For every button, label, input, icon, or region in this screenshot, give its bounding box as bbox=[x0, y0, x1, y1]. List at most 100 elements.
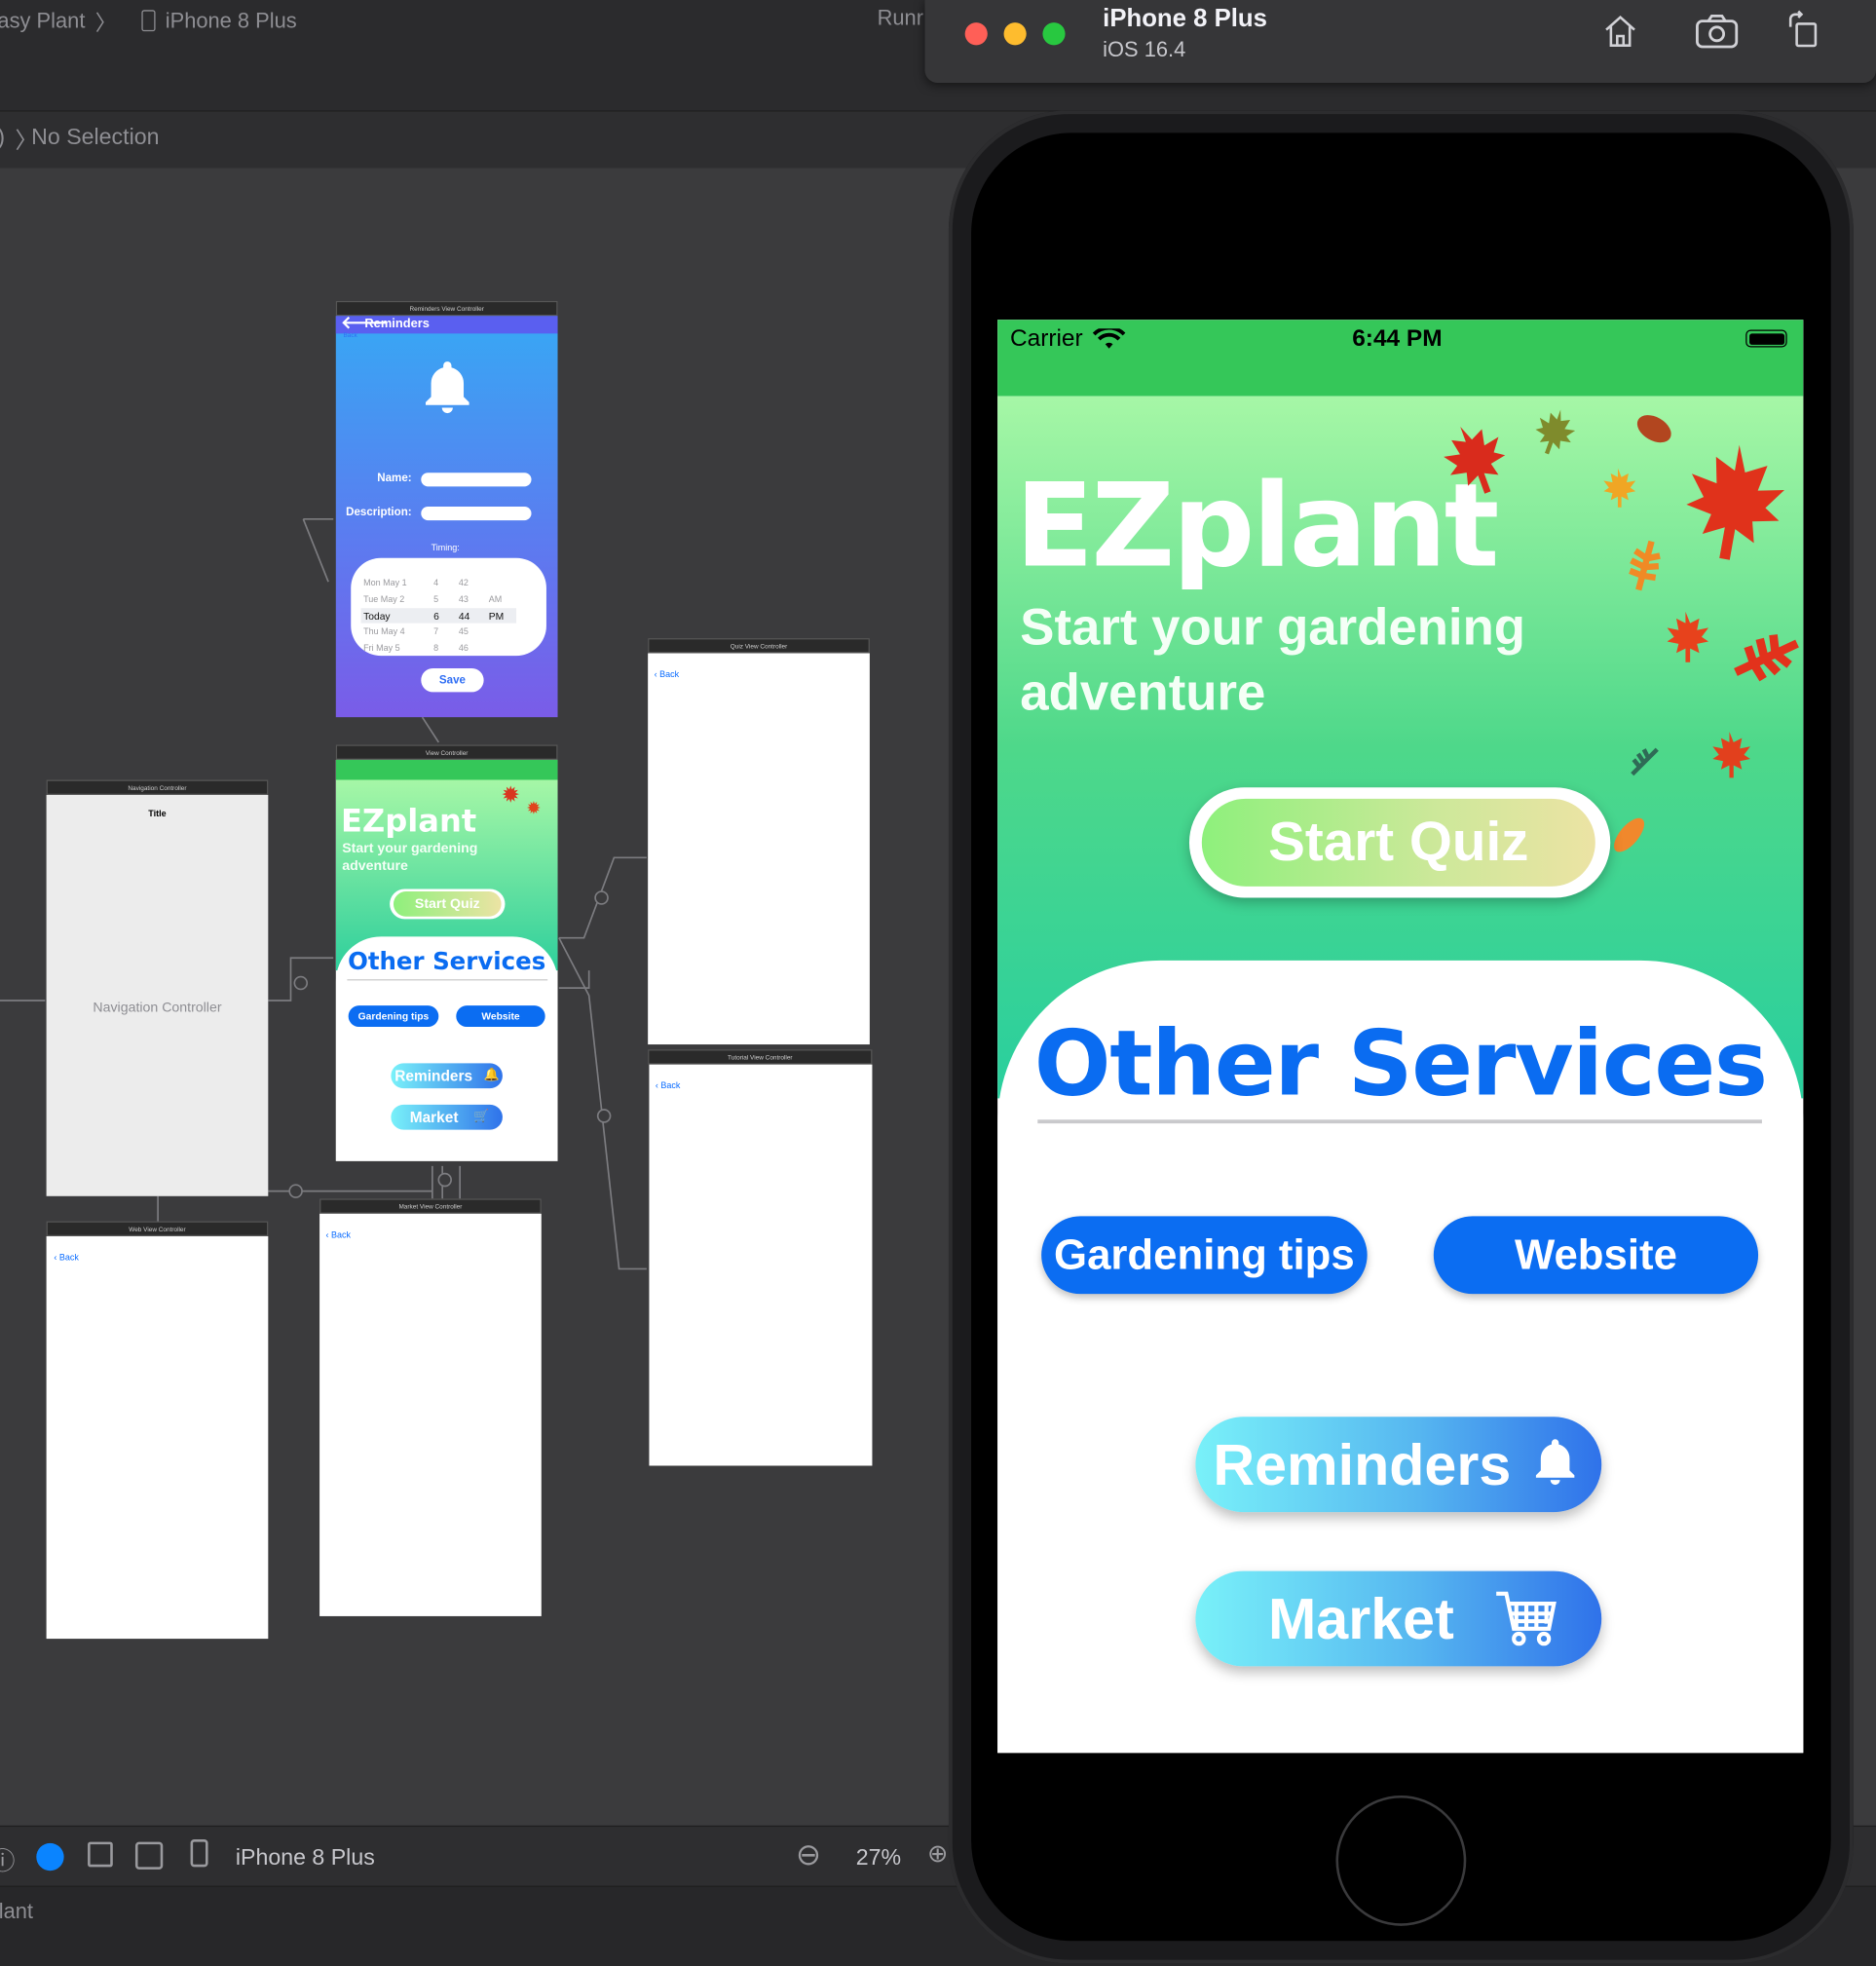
fern-leaf-icon bbox=[1734, 634, 1799, 682]
mini-reminders-button[interactable]: Reminders 🔔 bbox=[391, 1063, 503, 1089]
picker-period: PM bbox=[488, 610, 505, 623]
quiz-back-link[interactable]: ‹ Back bbox=[655, 671, 680, 680]
screenshot-icon[interactable] bbox=[1694, 13, 1739, 51]
picker-hour: 8 bbox=[433, 644, 439, 654]
rotate-icon[interactable] bbox=[1785, 10, 1823, 50]
reminders-button[interactable]: Reminders bbox=[1195, 1417, 1602, 1513]
screen-root: asy Plant 〉 iPhone 8 Plus Runr ) 〉 No Se… bbox=[0, 0, 1876, 1966]
services-divider bbox=[1037, 1119, 1762, 1124]
description-label: Description: bbox=[346, 505, 412, 518]
maple-leaf-icon bbox=[1603, 468, 1636, 508]
ios-status-bar: Carrier 6:44 PM bbox=[997, 320, 1804, 397]
nav-controller-scene[interactable]: Title Navigation Controller bbox=[46, 794, 269, 1196]
picker-hour: 6 bbox=[433, 610, 439, 623]
web-vc-scene[interactable]: ‹ Back bbox=[46, 1235, 269, 1640]
time-picker[interactable]: Mon May 1 4 42 Tue May 2 5 43 AM Today 6 44 PM Thu … bbox=[351, 557, 546, 657]
fern-leaf-icon bbox=[1631, 747, 1659, 776]
name-field[interactable] bbox=[421, 473, 532, 487]
market-back-link[interactable]: ‹ Back bbox=[326, 1231, 352, 1240]
mini-website-button[interactable]: Website bbox=[456, 1005, 545, 1028]
reminders-back-link[interactable]: Back bbox=[344, 332, 357, 340]
device-name[interactable]: iPhone 8 Plus bbox=[166, 8, 297, 33]
picker-day: Mon May 1 bbox=[363, 579, 407, 588]
chevron-right-icon: ) bbox=[0, 124, 5, 150]
market-vc-titlebar[interactable]: Market View Controller bbox=[319, 1198, 542, 1214]
picker-hour: 4 bbox=[433, 579, 439, 588]
home-icon[interactable] bbox=[1600, 13, 1640, 51]
zoom-out-icon[interactable]: ⊖ bbox=[796, 1836, 821, 1872]
maple-leaf-icon bbox=[1535, 409, 1576, 455]
preview-device[interactable]: iPhone 8 Plus bbox=[236, 1844, 375, 1871]
tutorial-vc-titlebar[interactable]: Tutorial View Controller bbox=[648, 1049, 873, 1065]
web-back-link[interactable]: ‹ Back bbox=[54, 1254, 79, 1263]
maple-leaf-icon: ✹ bbox=[501, 782, 521, 808]
mini-tips-button[interactable]: Gardening tips bbox=[348, 1005, 439, 1028]
save-button[interactable]: Save bbox=[421, 667, 484, 693]
app-tagline: Start your gardening adventure bbox=[1020, 597, 1526, 722]
start-quiz-button[interactable]: Start Quiz bbox=[1188, 787, 1611, 898]
website-button[interactable]: Website bbox=[1433, 1216, 1759, 1295]
start-quiz-label: Start Quiz bbox=[1201, 798, 1595, 887]
picker-hour: 7 bbox=[433, 627, 439, 637]
picker-day: Thu May 4 bbox=[363, 627, 405, 637]
tutorial-back-link[interactable]: ‹ Back bbox=[656, 1082, 681, 1091]
device-icon[interactable] bbox=[190, 1839, 208, 1868]
picker-minute: 43 bbox=[458, 595, 469, 605]
info-icon[interactable]: ⓘ bbox=[0, 1840, 15, 1876]
mini-quiz-label: Start Quiz bbox=[393, 891, 502, 917]
description-field[interactable] bbox=[421, 506, 532, 521]
chevron-right-icon: 〉 bbox=[94, 11, 117, 36]
picker-row[interactable]: Mon May 1 4 42 bbox=[358, 577, 521, 591]
market-button[interactable]: Market bbox=[1195, 1570, 1602, 1667]
scheme-breadcrumb[interactable]: asy Plant 〉 iPhone 8 Plus bbox=[0, 5, 297, 36]
market-vc-scene[interactable]: ‹ Back bbox=[319, 1213, 542, 1616]
app-screen: Carrier 6:44 PM EZplant Start your garde… bbox=[997, 320, 1804, 1754]
project-name[interactable]: asy Plant bbox=[0, 8, 85, 33]
picker-row[interactable]: Today 6 44 PM bbox=[358, 609, 521, 624]
zoom-window-button[interactable] bbox=[1042, 22, 1066, 46]
reminders-nav-title: Reminders bbox=[364, 317, 430, 331]
tutorial-vc-scene[interactable]: ‹ Back bbox=[649, 1064, 873, 1466]
name-label: Name: bbox=[377, 471, 412, 484]
jump-bar-selection[interactable]: No Selection bbox=[31, 124, 159, 150]
picker-row[interactable]: Fri May 5 8 46 bbox=[358, 642, 521, 657]
zoom-in-icon[interactable]: ⊕ bbox=[927, 1838, 949, 1870]
cart-icon: 🛒 bbox=[473, 1109, 490, 1124]
nav-controller-titlebar[interactable]: Navigation Controller bbox=[46, 779, 269, 795]
device-icon bbox=[141, 10, 156, 32]
cart-icon bbox=[1496, 1591, 1557, 1646]
picker-day: Today bbox=[363, 610, 391, 623]
zoom-level[interactable]: 27% bbox=[856, 1844, 901, 1871]
picker-row[interactable]: Thu May 4 7 45 bbox=[358, 625, 521, 640]
appearance-toggle-icon[interactable] bbox=[36, 1842, 64, 1871]
web-vc-titlebar[interactable]: Web View Controller bbox=[46, 1221, 269, 1236]
split-view-icon[interactable] bbox=[134, 1841, 164, 1870]
reminders-label: Reminders bbox=[1213, 1431, 1512, 1497]
picker-row[interactable]: Tue May 2 5 43 AM bbox=[358, 593, 521, 608]
quiz-vc-scene[interactable]: ‹ Back bbox=[648, 653, 870, 1045]
mini-quiz-button[interactable]: Start Quiz bbox=[390, 888, 506, 920]
picker-minute: 42 bbox=[458, 579, 469, 588]
picker-minute: 44 bbox=[458, 610, 470, 623]
gardening-tips-button[interactable]: Gardening tips bbox=[1041, 1216, 1368, 1295]
picker-minute: 46 bbox=[458, 644, 469, 654]
simulator-device-name: iPhone 8 Plus bbox=[1103, 5, 1267, 33]
minimize-window-button[interactable] bbox=[1003, 22, 1027, 46]
simulator-titlebar: iPhone 8 Plus iOS 16.4 bbox=[924, 0, 1876, 83]
home-button[interactable] bbox=[1335, 1795, 1467, 1926]
mini-reminders-label: Reminders bbox=[394, 1067, 473, 1085]
close-window-button[interactable] bbox=[964, 22, 988, 46]
picker-day: Fri May 5 bbox=[363, 644, 400, 654]
view-controller-scene[interactable]: EZplant Start your gardening adventure ✹… bbox=[335, 759, 558, 1161]
picker-minute: 45 bbox=[458, 627, 469, 637]
view-controller-titlebar[interactable]: View Controller bbox=[335, 744, 558, 760]
maple-leaf-icon bbox=[1667, 611, 1709, 662]
rotate-icon[interactable] bbox=[88, 1841, 113, 1868]
quiz-vc-titlebar[interactable]: Quiz View Controller bbox=[648, 638, 870, 654]
bell-icon bbox=[426, 361, 469, 414]
nav-controller-label: Navigation Controller bbox=[93, 1001, 222, 1016]
maple-leaf-icon: ✹ bbox=[526, 797, 542, 818]
services-panel: Other Services Gardening tips Website Re… bbox=[997, 960, 1804, 1754]
reminders-vc-scene[interactable]: 🡐 Reminders Back Name: Description: Timi… bbox=[335, 312, 558, 718]
mini-market-button[interactable]: Market 🛒 bbox=[391, 1104, 503, 1130]
